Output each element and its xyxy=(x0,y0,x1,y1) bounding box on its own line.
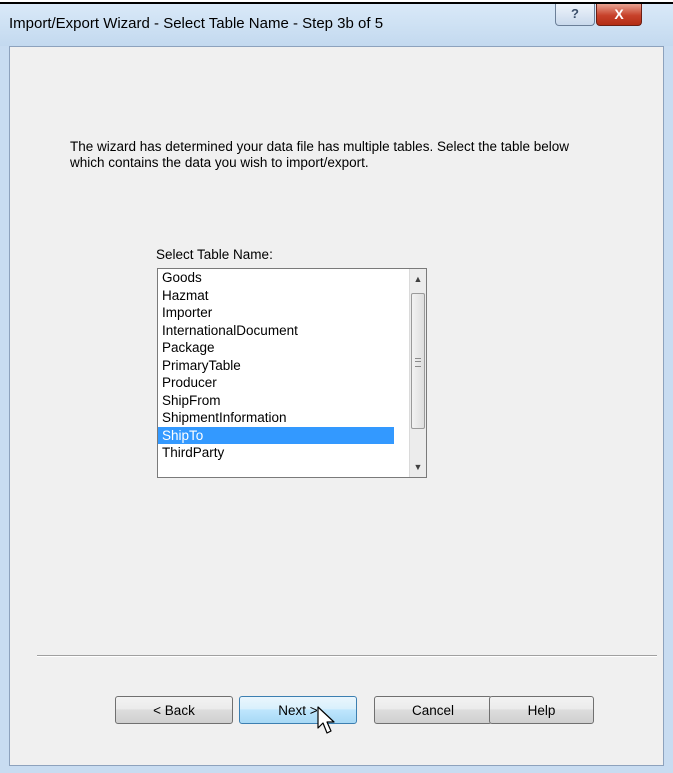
next-button[interactable]: Next > xyxy=(239,696,357,724)
table-name-listbox[interactable]: Goods Hazmat Importer InternationalDocum… xyxy=(157,268,427,478)
list-item[interactable]: Package xyxy=(158,339,394,357)
table-name-label: Select Table Name: xyxy=(156,247,273,262)
wizard-window: Import/Export Wizard - Select Table Name… xyxy=(0,2,673,773)
scroll-thumb[interactable] xyxy=(411,293,425,429)
scroll-up-arrow-icon[interactable]: ▲ xyxy=(410,271,426,287)
list-item[interactable]: Producer xyxy=(158,374,394,392)
help-caption-button[interactable]: ? xyxy=(555,4,595,26)
list-item[interactable]: Importer xyxy=(158,304,394,322)
mouse-cursor-icon xyxy=(317,706,335,734)
vertical-scrollbar[interactable]: ▲ ▼ xyxy=(409,269,426,477)
back-button[interactable]: < Back xyxy=(115,696,233,724)
list-item-selected[interactable]: ShipTo xyxy=(158,426,394,444)
intro-text: The wizard has determined your data file… xyxy=(70,139,570,170)
title-bar[interactable]: Import/Export Wizard - Select Table Name… xyxy=(0,4,673,46)
list-item[interactable]: ThirdParty xyxy=(158,444,394,462)
close-button[interactable]: X xyxy=(596,4,642,26)
help-button[interactable]: Help xyxy=(489,696,594,724)
list-item[interactable]: Goods xyxy=(158,269,394,287)
scroll-down-arrow-icon[interactable]: ▼ xyxy=(410,459,426,475)
list-item[interactable]: ShipmentInformation xyxy=(158,409,394,427)
list-item[interactable]: PrimaryTable xyxy=(158,357,394,375)
list-item[interactable]: InternationalDocument xyxy=(158,322,394,340)
list-item[interactable]: Hazmat xyxy=(158,287,394,305)
window-title: Import/Export Wizard - Select Table Name… xyxy=(9,15,384,32)
separator-line xyxy=(37,655,657,657)
grip-icon xyxy=(415,358,421,367)
list-item[interactable]: ShipFrom xyxy=(158,392,394,410)
cancel-button[interactable]: Cancel xyxy=(374,696,492,724)
